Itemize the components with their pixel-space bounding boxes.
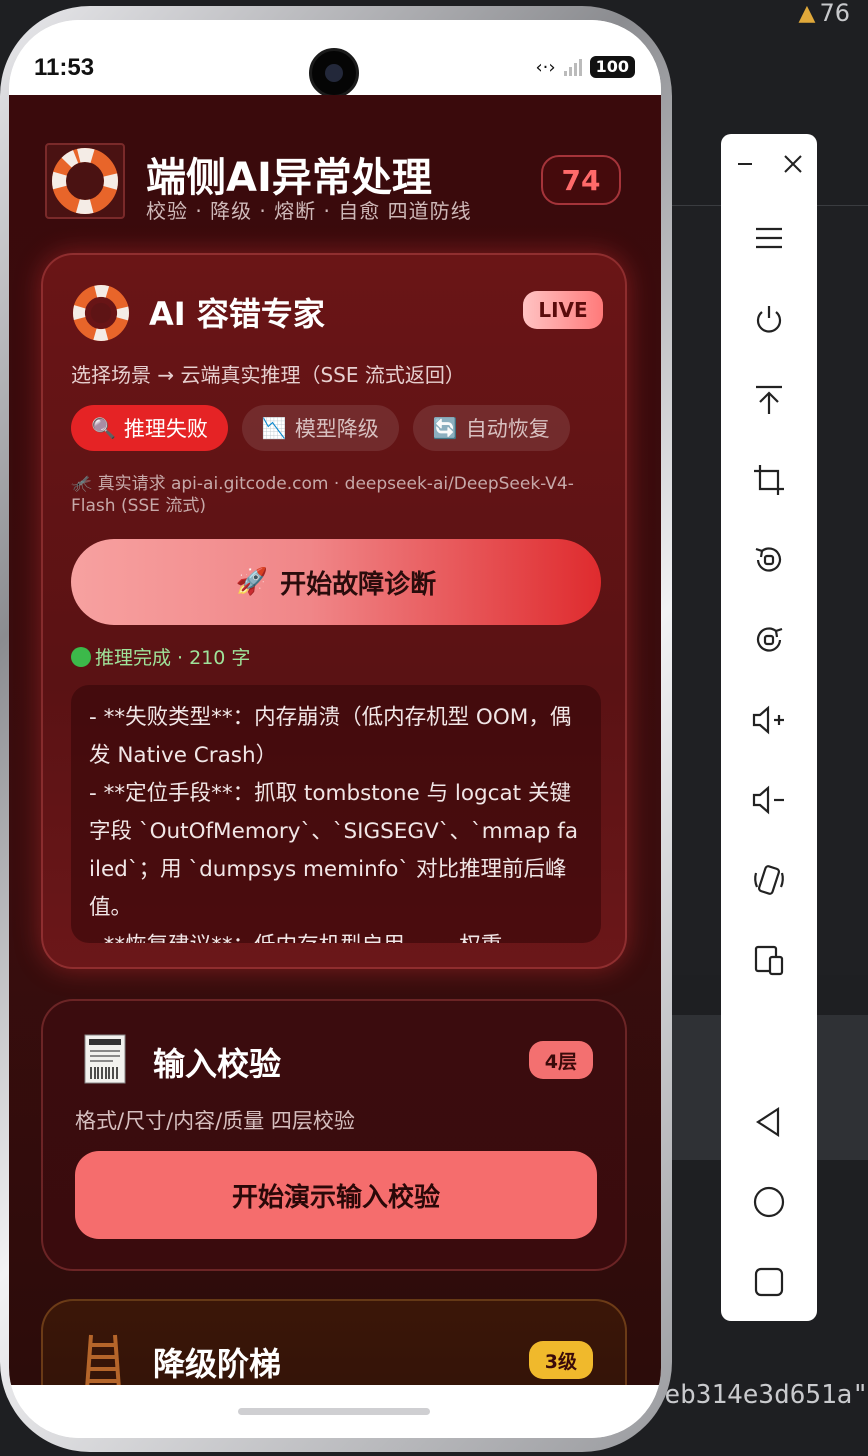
- chip-auto-recover[interactable]: 🔄 自动恢复: [412, 405, 570, 451]
- data-transfer-icon: ‹·›: [535, 56, 556, 78]
- power-icon[interactable]: [743, 294, 795, 346]
- multi-device-icon[interactable]: [743, 934, 795, 986]
- close-icon[interactable]: [782, 153, 804, 175]
- rocket-icon: 🚀: [235, 567, 269, 597]
- page-subtitle: 校验 · 降级 · 熔断 · 自愈 四道防线: [146, 199, 472, 223]
- inference-status: 推理完成 · 210 字: [71, 643, 250, 670]
- chip-label: 自动恢复: [465, 417, 550, 441]
- input-validation-card: 输入校验 4层 格式/尺寸/内容/质量 四层校验 开始演示输入校验: [41, 999, 627, 1271]
- recents-icon[interactable]: [743, 1256, 795, 1308]
- chart-down-icon: 📉: [261, 416, 287, 440]
- chip-model-degrade[interactable]: 📉 模型降级: [241, 405, 399, 451]
- phone-screen: 11:53 ‹·› 100 端侧AI异常处理 校验 · 降级 · 熔断 · 自愈…: [9, 20, 661, 1438]
- lifebuoy-icon: [45, 143, 125, 219]
- volume-up-icon[interactable]: [743, 694, 795, 746]
- button-label: 开始故障诊断: [280, 569, 437, 600]
- refresh-icon: 🔄: [432, 416, 458, 440]
- live-badge: LIVE: [523, 291, 603, 329]
- status-icons: ‹·› 100: [535, 56, 635, 78]
- chip-label: 推理失败: [123, 417, 208, 441]
- status-bar: 11:53 ‹·› 100: [9, 20, 661, 98]
- emulator-toolbar: [721, 134, 817, 1321]
- rotate-left-icon[interactable]: [743, 534, 795, 586]
- receipt-icon: [84, 1034, 126, 1084]
- front-camera: [309, 48, 359, 98]
- layer-count-badge: 4层: [528, 1041, 593, 1079]
- status-text: 推理完成 · 210 字: [95, 647, 251, 669]
- chip-inference-failure[interactable]: 🔍 推理失败: [71, 405, 228, 451]
- warning-icon: ▲: [798, 0, 816, 26]
- back-icon[interactable]: [743, 1096, 795, 1148]
- start-diagnosis-button[interactable]: 🚀 开始故障诊断: [71, 539, 601, 625]
- ide-code-fragment: eb314e3d651a": [664, 1380, 868, 1410]
- volume-down-icon[interactable]: [743, 774, 795, 826]
- score-badge: 74: [541, 155, 621, 205]
- shake-icon[interactable]: [743, 854, 795, 906]
- rotate-right-icon[interactable]: [743, 614, 795, 666]
- start-input-validation-button[interactable]: 开始演示输入校验: [75, 1151, 597, 1239]
- ladder-icon: [85, 1334, 121, 1385]
- magnifier-icon: 🔍: [91, 416, 116, 440]
- minimize-icon[interactable]: [734, 153, 756, 175]
- signal-icon: [563, 58, 582, 76]
- crop-icon[interactable]: [743, 454, 795, 506]
- pin-top-icon[interactable]: [743, 374, 795, 426]
- card-subtitle: 选择场景 → 云端真实推理（SSE 流式返回）: [71, 363, 465, 387]
- ide-warning-indicator[interactable]: ▲ 76: [798, 0, 850, 27]
- toolbar-window-controls: [721, 134, 817, 194]
- inference-output[interactable]: - **失败类型**：内存崩溃（低内存机型 OOM，偶发 Native Cras…: [71, 685, 601, 943]
- status-time: 11:53: [34, 54, 95, 81]
- app-screen: 端侧AI异常处理 校验 · 降级 · 熔断 · 自愈 四道防线 74 AI 容错…: [9, 95, 661, 1385]
- nav-bar: [9, 1385, 661, 1438]
- card-header: AI 容错专家 LIVE: [73, 285, 603, 341]
- lifebuoy-icon: [73, 285, 129, 341]
- warning-count: 76: [819, 0, 850, 27]
- app-header: 端侧AI异常处理 校验 · 降级 · 熔断 · 自愈 四道防线 74: [45, 143, 625, 223]
- menu-icon[interactable]: [743, 212, 795, 264]
- degrade-ladder-card: 降级阶梯 3级: [41, 1299, 627, 1385]
- card-title: 输入校验: [153, 1045, 282, 1083]
- green-dot-icon: [71, 646, 91, 667]
- card-title: AI 容错专家: [149, 295, 325, 333]
- ai-fault-expert-card: AI 容错专家 LIVE 选择场景 → 云端真实推理（SSE 流式返回） 🔍 推…: [41, 253, 627, 969]
- home-icon[interactable]: [743, 1176, 795, 1228]
- api-note: 🦟 真实请求 api-ai.gitcode.com · deepseek-ai/…: [71, 474, 574, 516]
- level-count-badge: 3级: [528, 1341, 593, 1379]
- chip-label: 模型降级: [294, 417, 379, 441]
- card-title: 降级阶梯: [153, 1345, 282, 1383]
- battery-icon: 100: [589, 56, 635, 78]
- scenario-chips: 🔍 推理失败 📉 模型降级 🔄 自动恢复: [71, 405, 570, 451]
- card-subtitle: 格式/尺寸/内容/质量 四层校验: [75, 1109, 355, 1133]
- home-indicator[interactable]: [238, 1408, 430, 1415]
